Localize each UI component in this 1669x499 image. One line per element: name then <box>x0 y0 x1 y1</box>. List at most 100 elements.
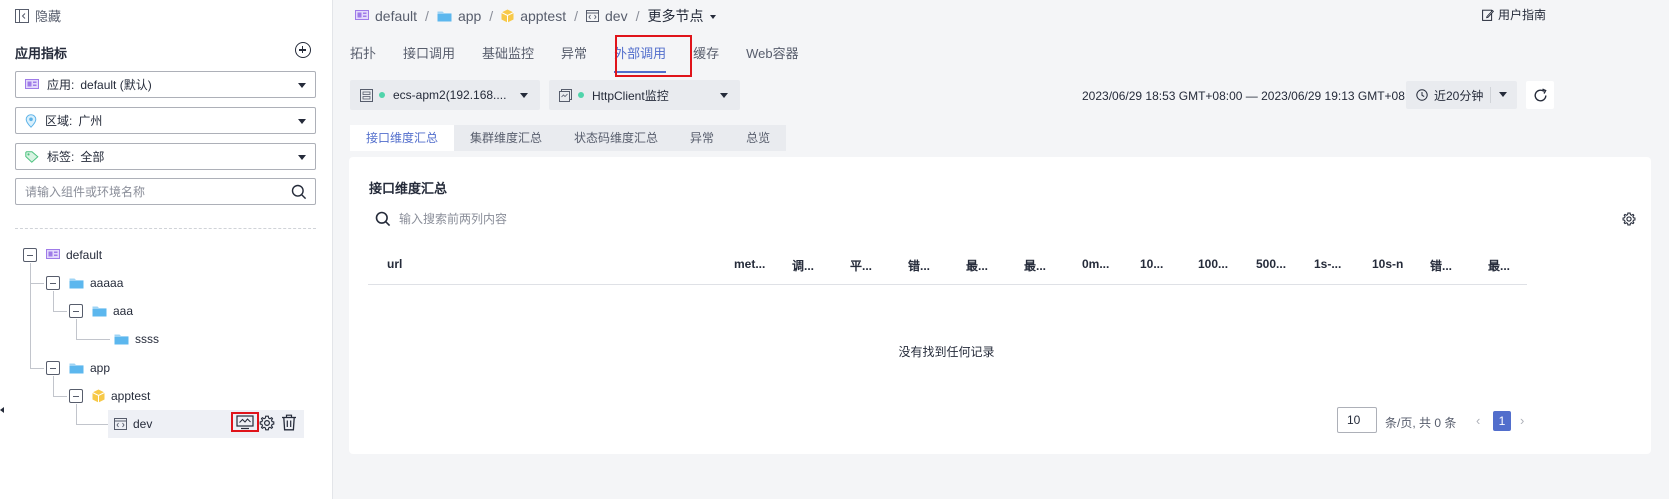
sidebar: 隐藏 应用指标 应用: default (默认) 区域: 广州 标签: 全部 请… <box>0 0 333 499</box>
prev-page-icon[interactable]: ‹ <box>1476 413 1480 428</box>
subtab-exception[interactable]: 异常 <box>674 125 731 151</box>
chevron-down-icon[interactable] <box>1499 92 1507 97</box>
app-select-label: 应用: <box>47 78 75 92</box>
next-page-icon[interactable]: › <box>1520 413 1524 428</box>
highlight-box <box>231 412 259 432</box>
tab-interface-call[interactable]: 接口调用 <box>403 44 455 74</box>
collapse-icon[interactable] <box>69 304 83 318</box>
add-icon[interactable] <box>295 42 311 58</box>
column-header[interactable]: 平... <box>850 257 872 274</box>
tree-node-aaa[interactable]: aaa <box>69 299 133 323</box>
folder-icon <box>92 305 107 317</box>
gear-icon[interactable] <box>259 415 275 431</box>
column-header[interactable]: 错... <box>908 257 930 274</box>
app-select[interactable]: 应用: default (默认) <box>15 71 316 98</box>
collector-icon <box>559 88 572 102</box>
tag-icon <box>25 150 39 163</box>
time-preset-label: 近20分钟 <box>1434 88 1484 103</box>
tree-node-default[interactable]: default <box>23 243 102 267</box>
collapse-icon[interactable] <box>69 389 83 403</box>
cube-icon <box>501 9 514 23</box>
collapse-icon[interactable] <box>46 276 60 290</box>
time-preset-select[interactable]: 近20分钟 <box>1406 81 1517 109</box>
tree-node-aaaaa[interactable]: aaaaa <box>46 271 123 295</box>
column-header[interactable]: 调... <box>792 257 814 274</box>
column-header[interactable]: 最... <box>1488 257 1510 274</box>
search-icon[interactable] <box>291 184 307 200</box>
tree-line <box>53 311 67 312</box>
user-guide-link[interactable]: 用户指南 <box>1482 6 1546 23</box>
subtab-interface-summary[interactable]: 接口维度汇总 <box>350 125 455 151</box>
tree-node-ssss[interactable]: ssss <box>114 327 159 351</box>
gear-icon[interactable] <box>1622 212 1636 226</box>
chevron-down-icon <box>520 93 528 98</box>
instance-select[interactable]: ecs-apm2(192.168.... <box>350 80 540 110</box>
tag-select[interactable]: 标签: 全部 <box>15 143 316 170</box>
refresh-button[interactable] <box>1526 81 1554 109</box>
tree-line <box>53 396 67 397</box>
breadcrumb-item[interactable]: apptest <box>520 8 566 24</box>
tag-select-value: 全部 <box>80 150 105 164</box>
tree-node-app[interactable]: app <box>46 356 110 380</box>
column-header[interactable]: 最... <box>1024 257 1046 274</box>
column-header[interactable]: 500... <box>1256 257 1286 271</box>
more-nodes-dropdown[interactable]: 更多节点 <box>647 6 717 26</box>
breadcrumb-item[interactable]: app <box>458 8 481 24</box>
breadcrumb: default / app / apptest / dev / 更多节点 <box>355 6 717 26</box>
region-select-value: 广州 <box>78 114 103 128</box>
tab-basic-monitor[interactable]: 基础监控 <box>482 44 534 74</box>
breadcrumb-separator: / <box>489 8 494 24</box>
column-header[interactable]: 错... <box>1430 257 1452 274</box>
summary-card: 接口维度汇总 url met... 调... 平... 错... 最... 最.… <box>349 157 1651 454</box>
column-header[interactable]: url <box>387 257 402 271</box>
chevron-down-icon <box>298 155 306 160</box>
column-header[interactable]: 10... <box>1140 257 1163 271</box>
column-header[interactable]: 10s-n <box>1372 257 1403 271</box>
page-size-input[interactable]: 10 <box>1337 407 1377 433</box>
tab-topology[interactable]: 拓扑 <box>350 44 376 74</box>
column-header[interactable]: 100... <box>1198 257 1228 271</box>
card-title: 接口维度汇总 <box>369 181 448 196</box>
monitor-select[interactable]: HttpClient监控 <box>549 80 740 110</box>
divider <box>15 228 316 229</box>
tree-node-label: default <box>66 248 103 262</box>
tree-node-label: ssss <box>135 332 159 346</box>
folder-icon <box>69 362 84 374</box>
tree-node-label: app <box>90 361 111 375</box>
expand-arrow-icon[interactable] <box>0 407 4 413</box>
column-header[interactable]: 0m... <box>1082 257 1109 271</box>
table-search-input[interactable] <box>399 212 799 226</box>
column-header[interactable]: met... <box>734 257 765 271</box>
current-page-button[interactable]: 1 <box>1493 411 1511 431</box>
collapse-icon[interactable] <box>23 248 37 262</box>
component-search <box>15 178 316 205</box>
main-tabs: 拓扑 接口调用 基础监控 异常 外部调用 缓存 Web容器 <box>350 44 826 74</box>
tree-node-apptest[interactable]: apptest <box>69 384 150 408</box>
column-header[interactable]: 最... <box>966 257 988 274</box>
collapse-panel-icon <box>15 8 29 23</box>
tab-cache[interactable]: 缓存 <box>693 44 719 74</box>
breadcrumb-item[interactable]: default <box>375 8 417 24</box>
component-search-input[interactable] <box>16 179 266 204</box>
subtab-overview[interactable]: 总览 <box>730 125 787 151</box>
subtab-status-code-summary[interactable]: 状态码维度汇总 <box>558 125 675 151</box>
server-icon <box>360 88 373 102</box>
tab-web-container[interactable]: Web容器 <box>746 44 799 74</box>
app-icon <box>46 249 60 261</box>
trash-icon[interactable] <box>281 414 297 431</box>
main-panel: default / app / apptest / dev / 更多节点 用户指… <box>333 0 1669 499</box>
more-nodes-label: 更多节点 <box>647 8 704 24</box>
tree-line <box>76 339 110 340</box>
collapse-icon[interactable] <box>46 361 60 375</box>
subtab-cluster-summary[interactable]: 集群维度汇总 <box>454 125 559 151</box>
region-select[interactable]: 区域: 广州 <box>15 107 316 134</box>
tree-node-dev[interactable]: dev <box>114 412 152 436</box>
column-header[interactable]: 1s-... <box>1314 257 1341 271</box>
breadcrumb-separator: / <box>635 8 640 24</box>
search-icon[interactable] <box>375 211 391 227</box>
breadcrumb-item[interactable]: dev <box>605 8 628 24</box>
hide-sidebar-button[interactable]: 隐藏 <box>15 6 61 25</box>
app-icon <box>25 78 39 91</box>
tab-exception[interactable]: 异常 <box>561 44 587 74</box>
app-select-value: default (默认) <box>80 78 152 92</box>
